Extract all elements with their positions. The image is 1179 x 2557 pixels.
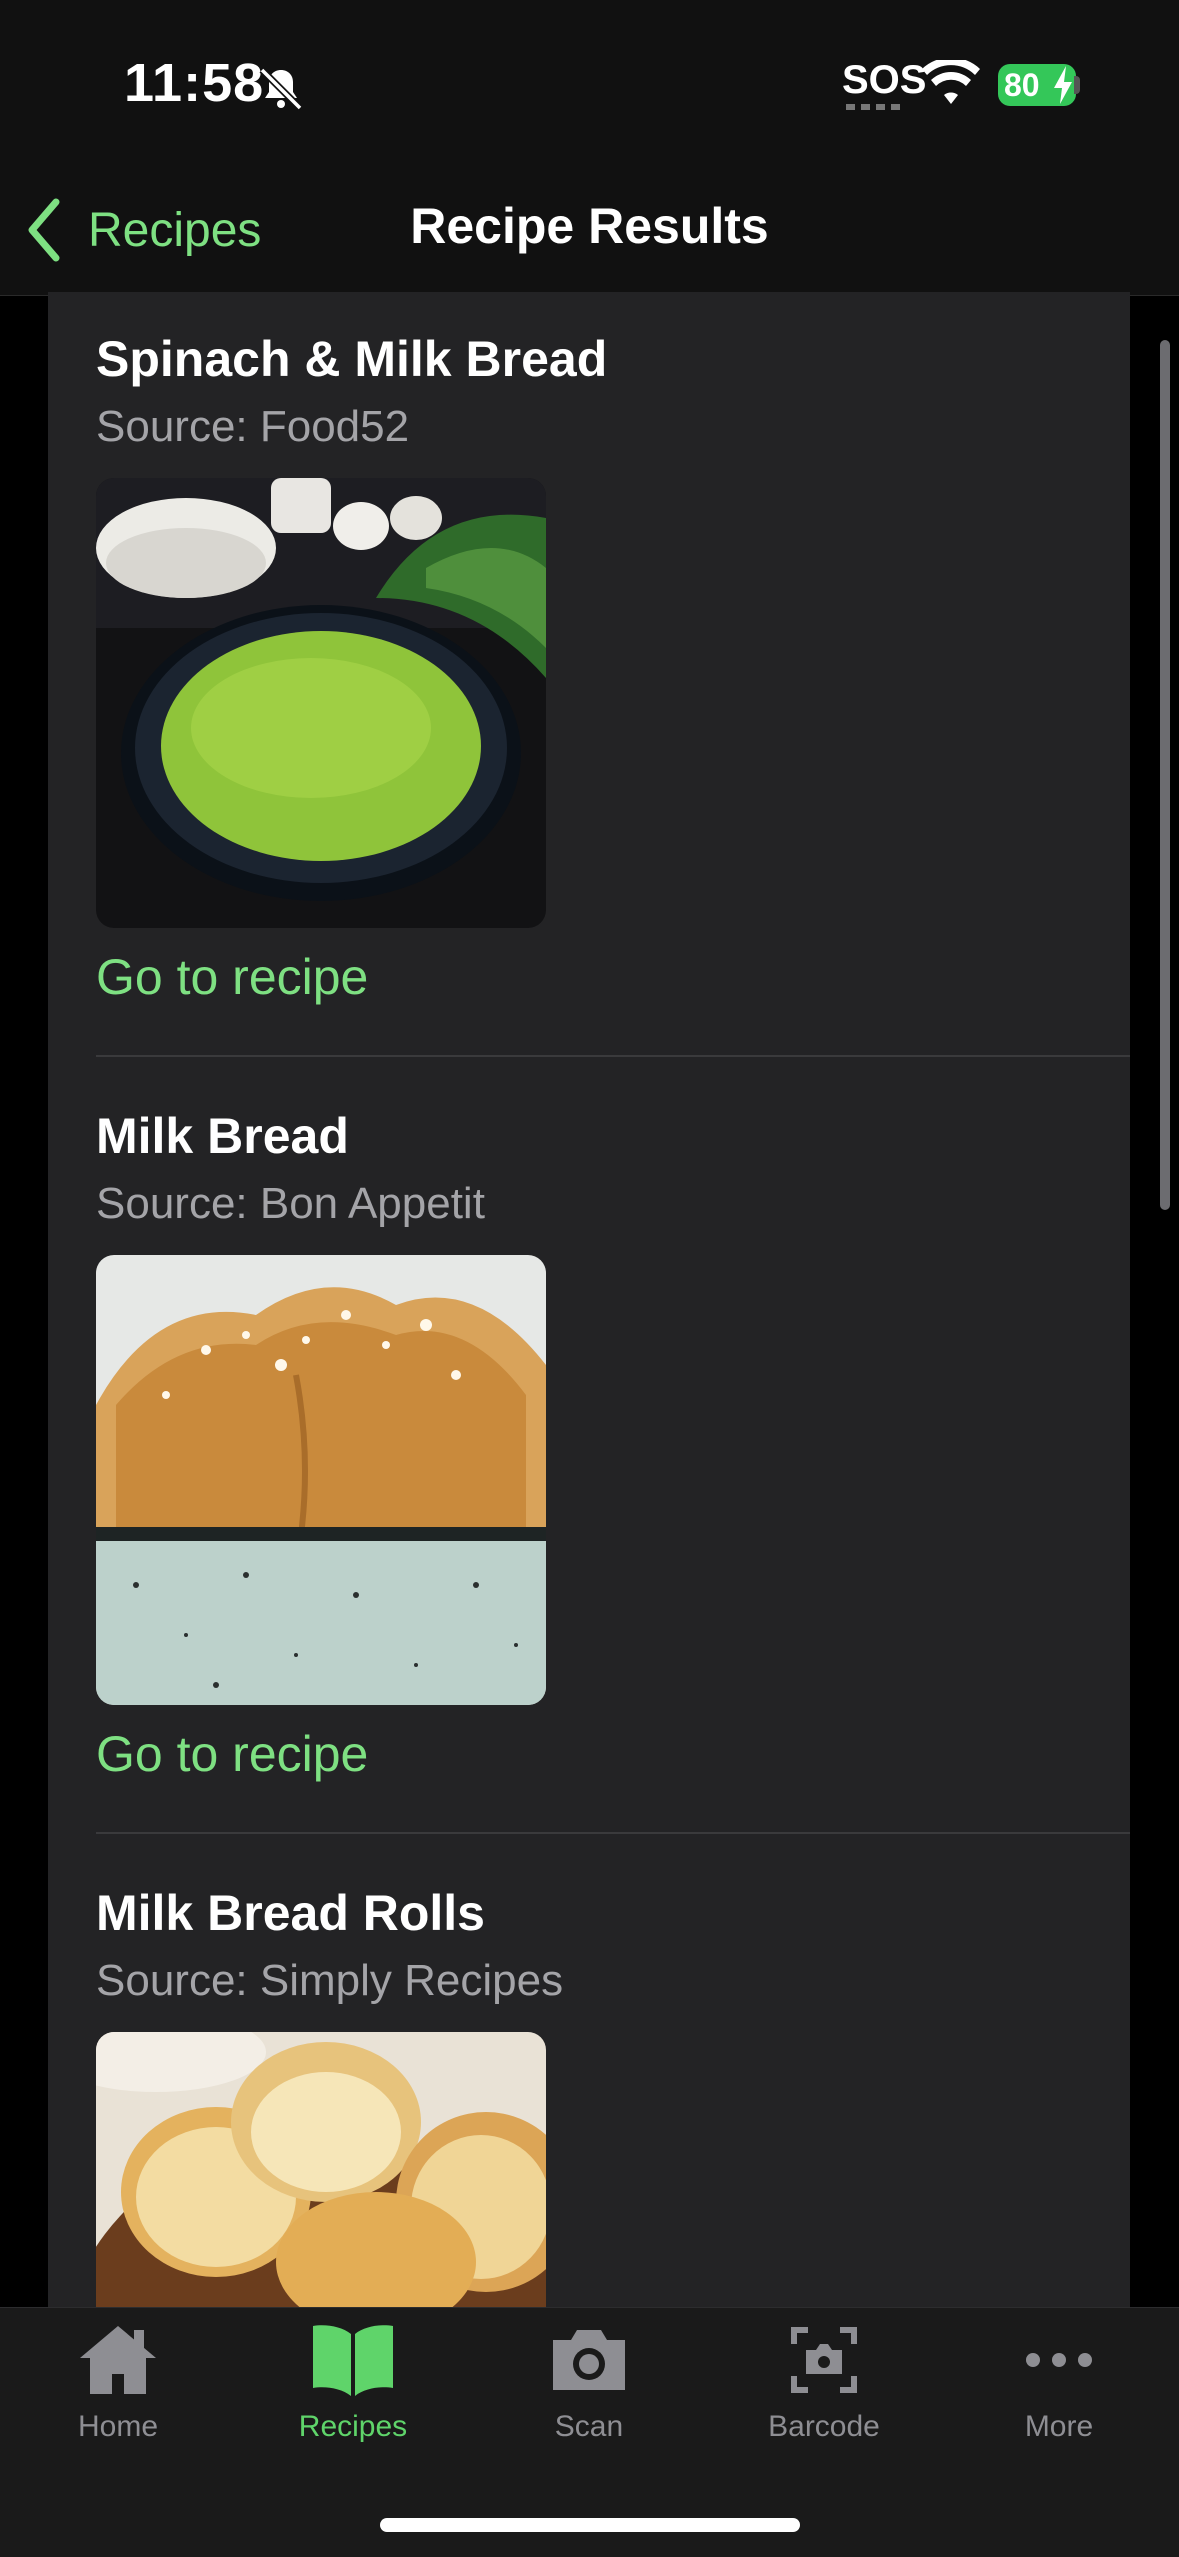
wifi-icon xyxy=(922,60,980,104)
recipe-title: Milk Bread xyxy=(96,1108,349,1164)
recipe-image[interactable] xyxy=(96,1255,546,1705)
recipe-source: Source: Simply Recipes xyxy=(96,1956,564,2005)
divider xyxy=(96,1832,1130,1834)
recipe-title: Milk Bread Rolls xyxy=(96,1885,485,1941)
camera-icon xyxy=(553,2330,625,2390)
recipe-item: Spinach & Milk Bread Source: Food52 xyxy=(96,330,607,452)
recipe-image[interactable] xyxy=(96,2032,546,2307)
signal-dots xyxy=(846,104,906,110)
book-icon xyxy=(313,2325,393,2396)
go-to-recipe-link[interactable]: Go to recipe xyxy=(96,948,368,1006)
divider xyxy=(96,1055,1130,1057)
recipe-source: Source: Food52 xyxy=(96,402,410,451)
tab-home[interactable]: Home xyxy=(18,2320,218,2444)
status-time: 11:58 xyxy=(124,53,265,113)
page-title: Recipe Results xyxy=(410,198,769,254)
go-to-recipe-link[interactable]: Go to recipe xyxy=(96,1725,368,1783)
battery-cap xyxy=(1074,76,1080,94)
recipe-image[interactable] xyxy=(96,478,546,928)
tab-label: Recipes xyxy=(298,2410,408,2443)
recipe-item: Milk Bread Source: Bon Appetit xyxy=(96,1107,485,1229)
recipe-title: Spinach & Milk Bread xyxy=(96,331,608,387)
tab-barcode[interactable]: Barcode xyxy=(724,2320,924,2444)
tab-more[interactable]: More xyxy=(959,2320,1159,2444)
recipe-results-list[interactable]: Spinach & Milk Bread Source: Food52 Go t… xyxy=(48,292,1130,2307)
sos-indicator: SOS xyxy=(842,58,927,102)
bell-slash-icon xyxy=(259,67,303,111)
scrollbar[interactable] xyxy=(1160,340,1170,1210)
charging-bolt-icon xyxy=(1054,66,1072,104)
recipe-item: Milk Bread Rolls Source: Simply Recipes xyxy=(96,1884,563,2006)
tab-label: Barcode xyxy=(768,2410,880,2443)
home-indicator[interactable] xyxy=(380,2518,800,2532)
tab-label: Home xyxy=(77,2410,159,2443)
barcode-scan-icon xyxy=(791,2327,857,2393)
house-icon xyxy=(80,2326,156,2394)
tab-label: Scan xyxy=(554,2410,624,2443)
tab-scan[interactable]: Scan xyxy=(489,2320,689,2444)
recipe-source: Source: Bon Appetit xyxy=(96,1179,485,1228)
tab-recipes[interactable]: Recipes xyxy=(253,2320,453,2444)
ellipsis-icon xyxy=(1026,2353,1092,2367)
tab-label: More xyxy=(1024,2410,1094,2443)
